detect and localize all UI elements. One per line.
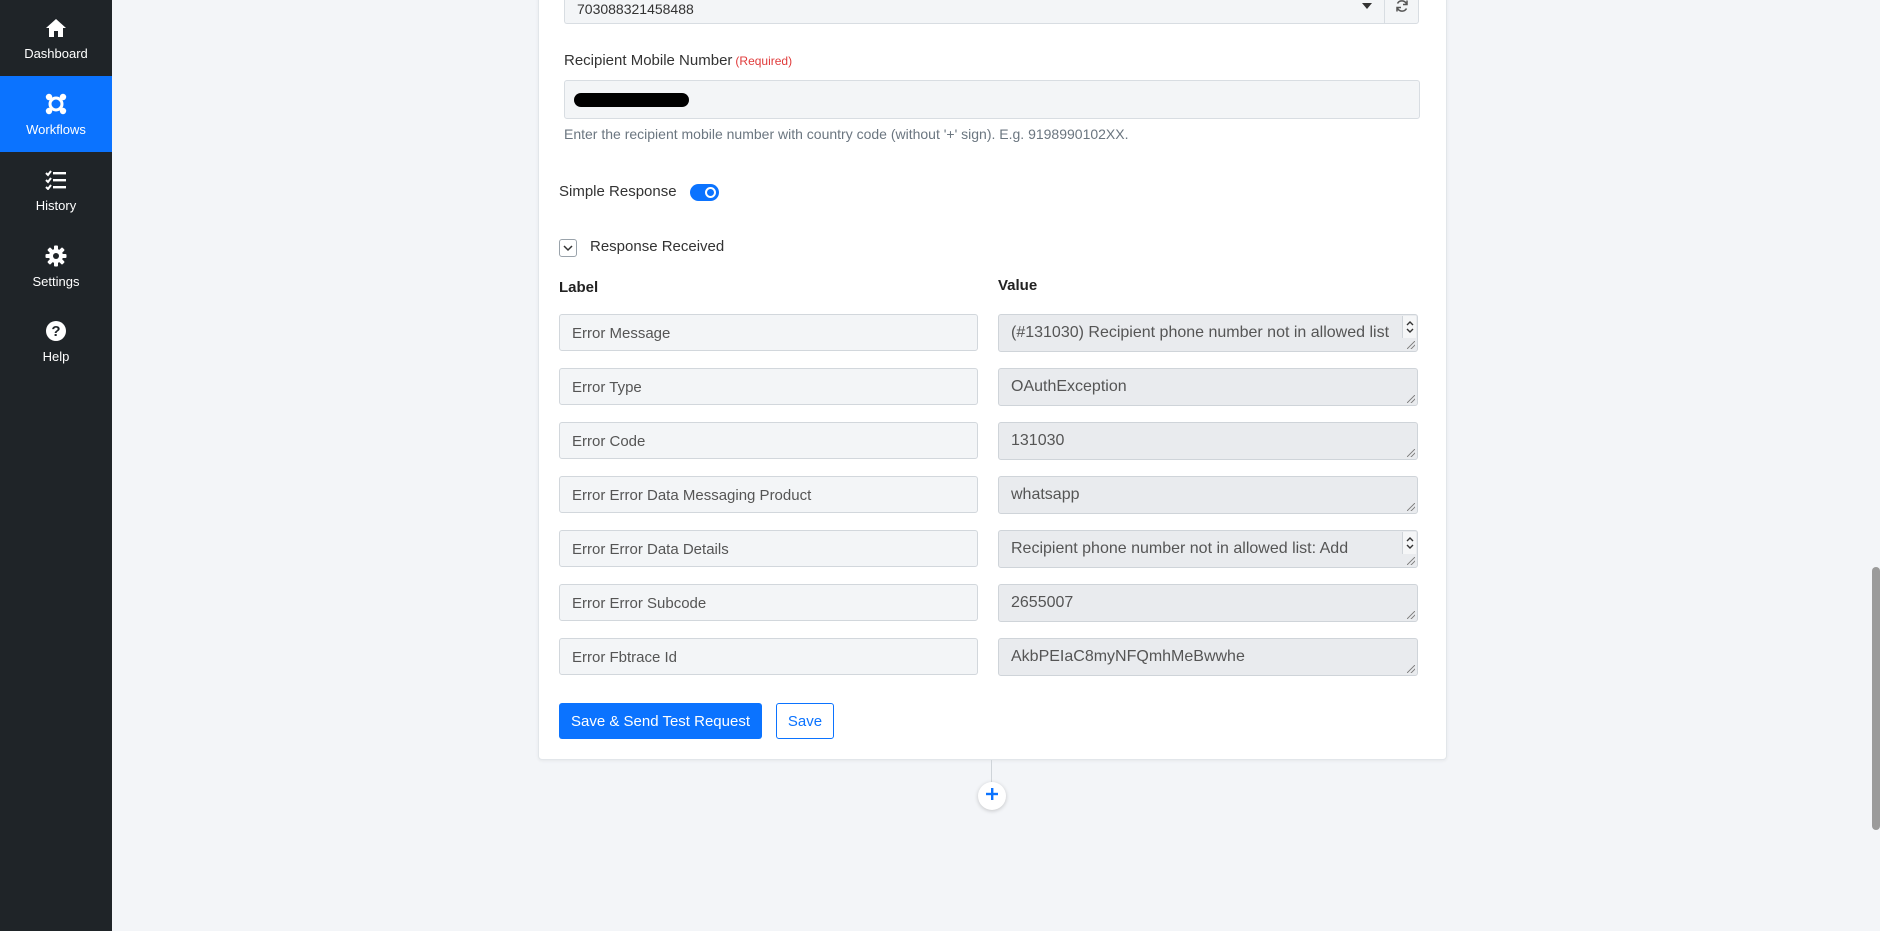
recipient-help-text: Enter the recipient mobile number with c… <box>564 126 1129 142</box>
recipient-mobile-label: Recipient Mobile Number (Required) <box>564 52 792 69</box>
label-column-header: Label <box>559 279 599 296</box>
response-label-field[interactable]: Error Type <box>559 368 978 405</box>
plus-icon <box>985 787 999 806</box>
redacted-value <box>574 93 689 107</box>
refresh-button[interactable] <box>1384 0 1419 24</box>
response-value-field[interactable]: Recipient phone number not in allowed li… <box>998 530 1418 568</box>
help-circle-icon: ? <box>44 319 68 343</box>
add-step-button[interactable] <box>978 782 1006 810</box>
resize-grip-icon[interactable] <box>1407 611 1415 619</box>
sidebar-item-workflows[interactable]: Workflows <box>0 76 112 152</box>
list-check-icon <box>44 168 68 192</box>
simple-response-toggle[interactable] <box>690 184 719 201</box>
recipient-mobile-label-text: Recipient Mobile Number <box>564 52 733 69</box>
account-select[interactable]: 703088321458488 <box>564 0 1384 24</box>
response-value-text: Recipient phone number not in allowed li… <box>1011 540 1349 557</box>
response-label-field[interactable]: Error Error Data Details <box>559 530 978 567</box>
response-value-text: AkbPEIaC8myNFQmhMeBwwhe <box>1011 648 1245 665</box>
response-value-text: whatsapp <box>1011 486 1080 503</box>
response-value-text: 2655007 <box>1011 594 1074 611</box>
response-label-field[interactable]: Error Code <box>559 422 978 459</box>
sidebar-item-dashboard[interactable]: Dashboard <box>0 0 112 76</box>
spinner-arrows-icon[interactable] <box>1402 316 1416 338</box>
sidebar: Dashboard Workflows History Settings ? H… <box>0 0 112 931</box>
response-label-field[interactable]: Error Fbtrace Id <box>559 638 978 675</box>
response-value-field[interactable]: AkbPEIaC8myNFQmhMeBwwhe <box>998 638 1418 676</box>
response-label-field[interactable]: Error Message <box>559 314 978 351</box>
gear-icon <box>44 244 68 268</box>
resize-grip-icon[interactable] <box>1407 449 1415 457</box>
response-label-field[interactable]: Error Error Subcode <box>559 584 978 621</box>
spinner-arrows-icon[interactable] <box>1402 532 1416 554</box>
resize-grip-icon[interactable] <box>1407 341 1415 349</box>
chevron-down-icon <box>563 239 573 257</box>
resize-grip-icon[interactable] <box>1407 503 1415 511</box>
response-value-field[interactable]: 131030 <box>998 422 1418 460</box>
value-column-header: Value <box>998 277 1038 294</box>
save-button[interactable]: Save <box>776 703 834 739</box>
sidebar-item-label: Workflows <box>26 121 86 137</box>
workflow-icon <box>44 92 68 116</box>
response-value-field[interactable]: whatsapp <box>998 476 1418 514</box>
response-label-field[interactable]: Error Error Data Messaging Product <box>559 476 978 513</box>
response-value-field[interactable]: (#131030) Recipient phone number not in … <box>998 314 1418 352</box>
sidebar-item-history[interactable]: History <box>0 152 112 228</box>
toggle-knob <box>705 187 716 198</box>
chevron-down-icon <box>1362 3 1372 9</box>
response-received-collapse-toggle[interactable] <box>559 239 577 257</box>
svg-text:?: ? <box>51 323 60 340</box>
page-scrollbar[interactable] <box>1872 567 1880 830</box>
step-connector-line <box>991 760 992 782</box>
sidebar-item-label: Settings <box>32 273 80 289</box>
sidebar-item-help[interactable]: ? Help <box>0 303 112 379</box>
home-icon <box>44 16 68 40</box>
sidebar-item-label: Dashboard <box>24 45 88 61</box>
response-value-field[interactable]: OAuthException <box>998 368 1418 406</box>
required-tag: (Required) <box>735 54 793 68</box>
response-value-field[interactable]: 2655007 <box>998 584 1418 622</box>
resize-grip-icon[interactable] <box>1407 557 1415 565</box>
refresh-icon <box>1395 0 1409 18</box>
resize-grip-icon[interactable] <box>1407 665 1415 673</box>
save-and-send-test-button[interactable]: Save & Send Test Request <box>559 703 762 739</box>
response-received-title: Response Received <box>590 238 725 255</box>
resize-grip-icon[interactable] <box>1407 395 1415 403</box>
recipient-mobile-input[interactable] <box>564 80 1420 119</box>
sidebar-item-settings[interactable]: Settings <box>0 228 112 304</box>
sidebar-item-label: Help <box>42 348 70 364</box>
response-value-text: 131030 <box>1011 432 1065 449</box>
simple-response-label: Simple Response <box>559 183 677 200</box>
response-value-text: (#131030) Recipient phone number not in … <box>1011 324 1390 341</box>
account-select-value: 703088321458488 <box>577 1 694 17</box>
response-value-text: OAuthException <box>1011 378 1127 395</box>
sidebar-item-label: History <box>35 197 77 213</box>
